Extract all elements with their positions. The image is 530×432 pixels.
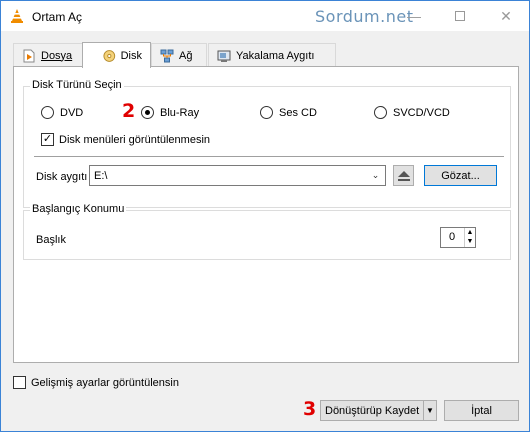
radio-dvd[interactable]: DVD (41, 106, 83, 119)
tab-capture-device[interactable]: Yakalama Aygıtı (208, 43, 336, 67)
radio-bluray-indicator[interactable] (141, 106, 154, 119)
eject-icon (397, 170, 410, 181)
eject-button[interactable] (393, 165, 414, 186)
window-title: Ortam Aç (32, 10, 83, 24)
radio-bluray-label: Blu-Ray (160, 106, 200, 119)
step-marker-2: 2 (122, 100, 136, 122)
stepper-up-icon[interactable]: ▲ (464, 228, 475, 237)
title-number-stepper[interactable]: 0 ▲ ▼ (440, 227, 476, 248)
browse-button-label: Gözat... (441, 169, 480, 182)
start-position-group: Başlangıç Konumu Başlık 0 ▲ ▼ (23, 203, 511, 260)
radio-audio-cd[interactable]: Ses CD (260, 106, 317, 119)
start-position-title: Başlangıç Konumu (30, 203, 127, 215)
radio-svcd-vcd-label: SVCD/VCD (393, 106, 450, 119)
checkmark-icon[interactable]: ✓ (41, 133, 54, 146)
tab-disc-label: Disk (120, 49, 142, 62)
convert-dropdown-button[interactable]: ▼ (423, 400, 437, 421)
disc-device-value: E:\ (94, 169, 108, 182)
file-play-icon (23, 49, 35, 62)
convert-save-label: Dönüştürüp Kaydet (325, 404, 420, 417)
tab-file-label: Dosya (41, 49, 73, 62)
advanced-checkbox-box[interactable] (13, 376, 26, 389)
cancel-button[interactable]: İptal (444, 400, 519, 421)
tab-disc[interactable]: Disk (82, 42, 151, 68)
disc-tab-panel: Disk Türünü Seçin DVD 2 Blu-Ray Ses CD S… (13, 66, 519, 363)
minimize-icon: — (407, 8, 421, 24)
maximize-button[interactable] (437, 1, 483, 31)
capture-device-icon (217, 50, 231, 62)
show-advanced-label: Gelişmiş ayarlar görüntülensin (31, 376, 179, 389)
browse-button[interactable]: Gözat... (424, 165, 497, 186)
chevron-down-icon[interactable]: ⌄ (369, 169, 382, 182)
maximize-icon (455, 11, 465, 21)
radio-audio-cd-indicator[interactable] (260, 106, 273, 119)
disc-icon (103, 49, 116, 62)
close-button[interactable]: ✕ (483, 1, 529, 31)
dropdown-arrow-icon: ▼ (426, 406, 434, 415)
stepper-down-icon[interactable]: ▼ (464, 237, 475, 247)
tab-network[interactable]: Ağ (151, 43, 207, 67)
tab-capture-device-label: Yakalama Aygıtı (236, 49, 315, 62)
convert-save-button[interactable]: Dönüştürüp Kaydet (320, 400, 424, 421)
open-media-window: Ortam Aç Sordum.net — ✕ Dosya Disk Ağ Ya… (0, 0, 530, 432)
disc-type-title: Disk Türünü Seçin (30, 79, 124, 91)
disc-device-label: Disk aygıtı (36, 171, 88, 183)
title-number-value: 0 (449, 231, 456, 243)
radio-dvd-label: DVD (60, 106, 84, 119)
no-disc-menus-checkbox[interactable]: ✓ Disk menüleri görüntülenmesin (41, 133, 210, 146)
disc-device-combo[interactable]: E:\ ⌄ (89, 165, 386, 186)
cancel-button-label: İptal (471, 404, 492, 417)
radio-bluray[interactable]: Blu-Ray (141, 106, 199, 119)
network-icon (160, 49, 174, 62)
title-number-label: Başlık (36, 234, 66, 246)
disc-type-group: Disk Türünü Seçin DVD 2 Blu-Ray Ses CD S… (23, 79, 511, 208)
title-bar: Ortam Aç Sordum.net — ✕ (1, 1, 529, 31)
radio-svcd-vcd[interactable]: SVCD/VCD (374, 106, 450, 119)
tab-file[interactable]: Dosya (13, 43, 83, 67)
close-icon: ✕ (500, 7, 512, 24)
disc-type-divider (34, 156, 504, 157)
radio-svcd-vcd-indicator[interactable] (374, 106, 387, 119)
radio-audio-cd-label: Ses CD (279, 106, 317, 119)
minimize-button[interactable]: — (391, 1, 437, 31)
radio-dvd-indicator[interactable] (41, 106, 54, 119)
tab-network-label: Ağ (179, 49, 193, 62)
step-marker-3: 3 (303, 398, 317, 420)
no-disc-menus-label: Disk menüleri görüntülenmesin (59, 133, 211, 146)
show-advanced-checkbox[interactable]: Gelişmiş ayarlar görüntülensin (13, 376, 179, 389)
vlc-cone-icon (11, 9, 23, 23)
